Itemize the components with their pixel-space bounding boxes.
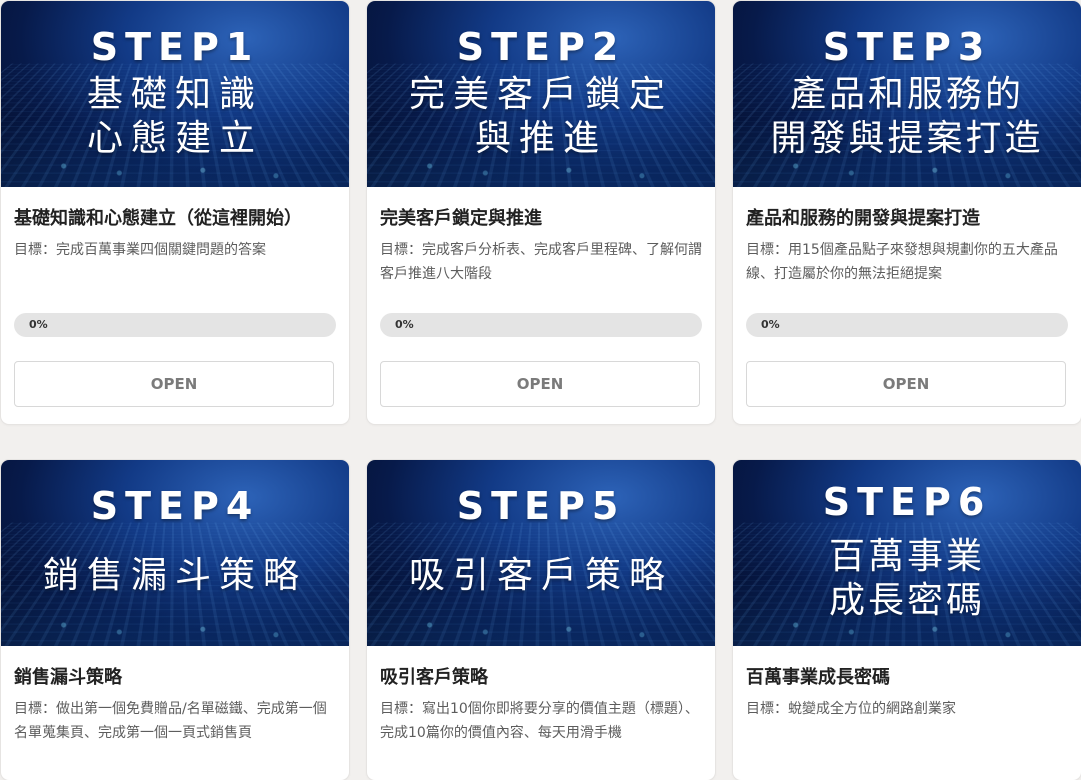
course-card-body: 基礎知識和心態建立（從這裡開始） 目標：完成百萬事業四個關鍵問題的答案 bbox=[1, 207, 349, 286]
open-course-button[interactable]: OPEN bbox=[14, 361, 334, 407]
thumbnail-title: 完美客戶鎖定 與推進 bbox=[377, 73, 705, 161]
thumbnail-text: STEP1 基礎知識 心態建立 bbox=[1, 1, 349, 187]
thumbnail-text: STEP5 吸引客戶策略 bbox=[367, 460, 715, 646]
thumbnail-title-line: 開發與提案打造 bbox=[770, 118, 1044, 159]
thumbnail-text: STEP6 百萬事業 成長密碼 bbox=[733, 460, 1081, 646]
thumbnail-title-line: 產品和服務的 bbox=[789, 74, 1024, 115]
course-thumbnail[interactable]: STEP3 產品和服務的 開發與提案打造 bbox=[733, 1, 1081, 187]
thumbnail-title-line: 與推進 bbox=[474, 118, 607, 159]
course-card-step2[interactable]: STEP2 完美客戶鎖定 與推進 完美客戶鎖定與推進 目標：完成客戶分析表、完成… bbox=[367, 1, 715, 424]
course-goal: 目標：完成客戶分析表、完成客戶里程碑、了解何謂客戶推進八大階段 bbox=[380, 242, 702, 282]
progress-label: 0% bbox=[29, 318, 48, 331]
thumbnail-text: STEP2 完美客戶鎖定 與推進 bbox=[367, 1, 715, 187]
progress-bar: 0% bbox=[14, 313, 336, 337]
course-card-body: 完美客戶鎖定與推進 目標：完成客戶分析表、完成客戶里程碑、了解何謂客戶推進八大階… bbox=[367, 207, 715, 286]
thumbnail-title-line: 基礎知識 bbox=[86, 74, 263, 115]
course-goal: 目標：寫出10個你即將要分享的價值主題（標題）、完成10篇你的價值內容、每天用滑… bbox=[380, 701, 699, 741]
thumbnail-text: STEP3 產品和服務的 開發與提案打造 bbox=[733, 1, 1081, 187]
course-goal: 目標：完成百萬事業四個關鍵問題的答案 bbox=[14, 242, 266, 258]
course-goal: 目標：做出第一個免費贈品/名單磁鐵、完成第一個名單蒐集頁、完成第一個一頁式銷售頁 bbox=[14, 701, 327, 741]
course-title[interactable]: 銷售漏斗策略 bbox=[14, 666, 336, 690]
course-card-step3[interactable]: STEP3 產品和服務的 開發與提案打造 產品和服務的開發與提案打造 目標：用1… bbox=[733, 1, 1081, 424]
course-thumbnail[interactable]: STEP2 完美客戶鎖定 與推進 bbox=[367, 1, 715, 187]
course-thumbnail[interactable]: STEP4 銷售漏斗策略 bbox=[1, 460, 349, 646]
course-title[interactable]: 產品和服務的開發與提案打造 bbox=[746, 207, 1068, 231]
course-card-step5[interactable]: STEP5 吸引客戶策略 吸引客戶策略 目標：寫出10個你即將要分享的價值主題（… bbox=[367, 460, 715, 780]
thumbnail-title-line: 心態建立 bbox=[86, 118, 263, 159]
thumbnail-step-label: STEP2 bbox=[456, 25, 626, 69]
course-thumbnail[interactable]: STEP6 百萬事業 成長密碼 bbox=[733, 460, 1081, 646]
course-card-body: 銷售漏斗策略 目標：做出第一個免費贈品/名單磁鐵、完成第一個名單蒐集頁、完成第一… bbox=[1, 666, 349, 745]
course-title[interactable]: 基礎知識和心態建立（從這裡開始） bbox=[14, 207, 336, 231]
thumbnail-step-label: STEP5 bbox=[456, 484, 626, 528]
course-goal: 目標：用15個產品點子來發想與規劃你的五大產品線、打造屬於你的無法拒絕提案 bbox=[746, 242, 1058, 282]
thumbnail-title-line: 完美客戶鎖定 bbox=[408, 74, 673, 115]
thumbnail-step-label: STEP1 bbox=[90, 25, 260, 69]
course-title[interactable]: 吸引客戶策略 bbox=[380, 666, 702, 690]
course-card-body: 百萬事業成長密碼 目標：蛻變成全方位的網路創業家 bbox=[733, 666, 1081, 745]
thumbnail-title: 吸引客戶策略 bbox=[377, 554, 705, 598]
thumbnail-step-label: STEP3 bbox=[822, 25, 992, 69]
thumbnail-title-line: 吸引客戶策略 bbox=[408, 555, 673, 596]
course-card-body: 吸引客戶策略 目標：寫出10個你即將要分享的價值主題（標題）、完成10篇你的價值… bbox=[367, 666, 715, 745]
thumbnail-title: 基礎知識 心態建立 bbox=[11, 73, 339, 161]
course-card-step4[interactable]: STEP4 銷售漏斗策略 銷售漏斗策略 目標：做出第一個免費贈品/名單磁鐵、完成… bbox=[1, 460, 349, 780]
thumbnail-text: STEP4 銷售漏斗策略 bbox=[1, 460, 349, 646]
thumbnail-title-line: 成長密碼 bbox=[828, 580, 985, 621]
progress-bar: 0% bbox=[746, 313, 1068, 337]
course-thumbnail[interactable]: STEP5 吸引客戶策略 bbox=[367, 460, 715, 646]
course-card-body: 產品和服務的開發與提案打造 目標：用15個產品點子來發想與規劃你的五大產品線、打… bbox=[733, 207, 1081, 286]
course-card-step6[interactable]: STEP6 百萬事業 成長密碼 百萬事業成長密碼 目標：蛻變成全方位的網路創業家 bbox=[733, 460, 1081, 780]
progress-label: 0% bbox=[761, 318, 780, 331]
progress-bar: 0% bbox=[380, 313, 702, 337]
course-card-step1[interactable]: STEP1 基礎知識 心態建立 基礎知識和心態建立（從這裡開始） 目標：完成百萬… bbox=[1, 1, 349, 424]
thumbnail-title-line: 銷售漏斗策略 bbox=[42, 555, 307, 596]
course-thumbnail[interactable]: STEP1 基礎知識 心態建立 bbox=[1, 1, 349, 187]
open-course-button[interactable]: OPEN bbox=[380, 361, 700, 407]
thumbnail-title: 產品和服務的 開發與提案打造 bbox=[743, 73, 1071, 161]
course-goal: 目標：蛻變成全方位的網路創業家 bbox=[746, 701, 956, 717]
progress-label: 0% bbox=[395, 318, 414, 331]
open-course-button[interactable]: OPEN bbox=[746, 361, 1066, 407]
thumbnail-step-label: STEP6 bbox=[822, 480, 992, 524]
thumbnail-step-label: STEP4 bbox=[90, 484, 260, 528]
thumbnail-title: 百萬事業 成長密碼 bbox=[743, 535, 1071, 623]
course-title[interactable]: 完美客戶鎖定與推進 bbox=[380, 207, 702, 231]
course-title[interactable]: 百萬事業成長密碼 bbox=[746, 666, 1068, 690]
thumbnail-title: 銷售漏斗策略 bbox=[11, 554, 339, 598]
thumbnail-title-line: 百萬事業 bbox=[828, 536, 985, 577]
